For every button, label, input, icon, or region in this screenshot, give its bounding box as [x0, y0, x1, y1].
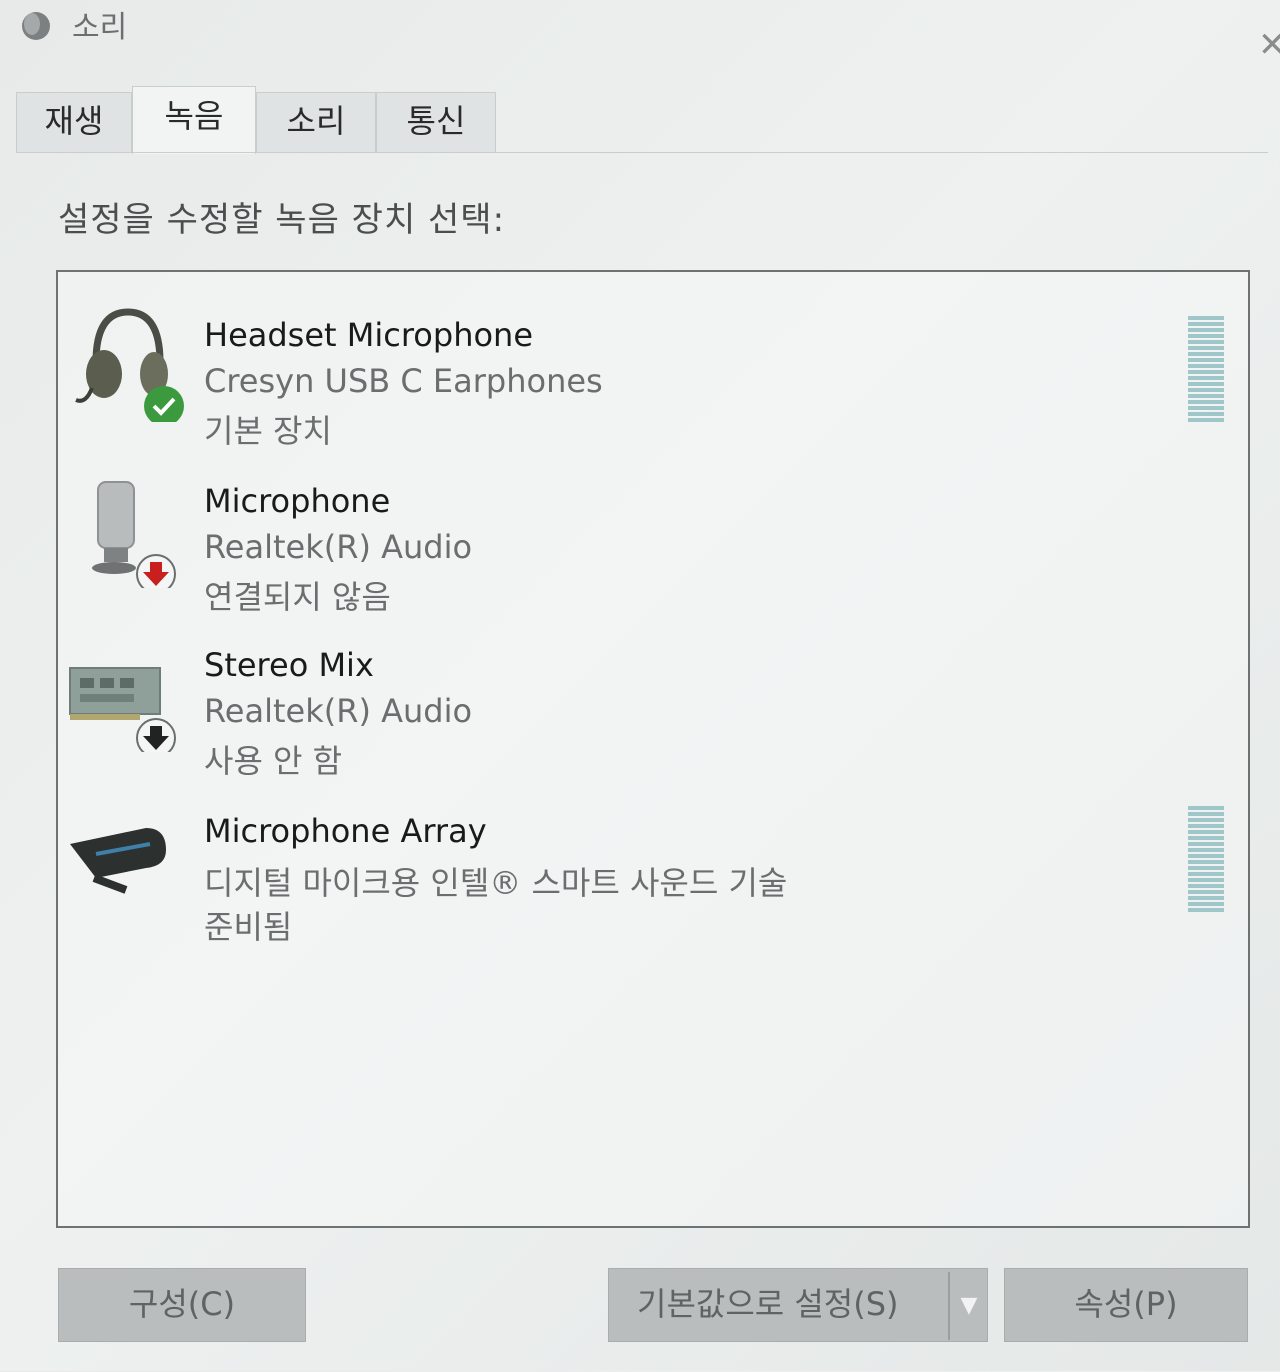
- device-driver: Cresyn USB C Earphones: [204, 362, 603, 400]
- sound-card-icon: [69, 667, 176, 752]
- device-name: Stereo Mix: [204, 646, 374, 684]
- tab-sounds[interactable]: 소리: [256, 92, 376, 152]
- device-driver: 디지털 마이크용 인텔® 스마트 사운드 기술: [204, 864, 788, 902]
- device-driver: Realtek(R) Audio: [204, 528, 473, 566]
- device-status: 연결되지 않음: [204, 578, 391, 616]
- device-item-stereo-mix[interactable]: Stereo Mix Realtek(R) Audio 사용 안 함: [58, 622, 1248, 782]
- headset-icon: [75, 308, 184, 422]
- chevron-down-icon[interactable]: ▼: [948, 1272, 988, 1340]
- mic-array-icon: [70, 828, 166, 894]
- device-item-headset-microphone[interactable]: Headset Microphone Cresyn USB C Earphone…: [58, 292, 1248, 452]
- set-default-button[interactable]: 기본값으로 설정(S): [608, 1268, 988, 1342]
- microphone-icon: [92, 481, 176, 588]
- device-name: Microphone Array: [204, 812, 487, 850]
- device-name: Microphone: [204, 482, 391, 520]
- speaker-app-icon: [22, 12, 50, 40]
- tab-playback[interactable]: 재생: [16, 92, 132, 152]
- configure-button[interactable]: 구성(C): [58, 1268, 306, 1342]
- device-list[interactable]: Headset Microphone Cresyn USB C Earphone…: [56, 270, 1250, 1228]
- title-bar: 소리 ✕: [0, 0, 1280, 62]
- device-name: Headset Microphone: [204, 316, 534, 354]
- tab-communications[interactable]: 통신: [376, 92, 496, 152]
- tab-bar: 재생 녹음 소리 통신: [16, 86, 496, 154]
- device-item-microphone[interactable]: Microphone Realtek(R) Audio 연결되지 않음: [58, 458, 1248, 618]
- device-status: 기본 장치: [204, 412, 332, 450]
- device-item-microphone-array[interactable]: Microphone Array 디지털 마이크용 인텔® 스마트 사운드 기술…: [58, 788, 1248, 948]
- device-status: 사용 안 함: [204, 742, 343, 780]
- properties-button[interactable]: 속성(P): [1004, 1268, 1248, 1342]
- device-select-prompt: 설정을 수정할 녹음 장치 선택:: [58, 200, 506, 240]
- level-meter: [1188, 316, 1224, 424]
- close-icon[interactable]: ✕: [1258, 28, 1280, 62]
- level-meter: [1188, 806, 1224, 914]
- device-status: 준비됨: [204, 908, 293, 946]
- device-driver: Realtek(R) Audio: [204, 692, 473, 730]
- window-title: 소리: [72, 10, 128, 45]
- tab-recording[interactable]: 녹음: [132, 86, 256, 154]
